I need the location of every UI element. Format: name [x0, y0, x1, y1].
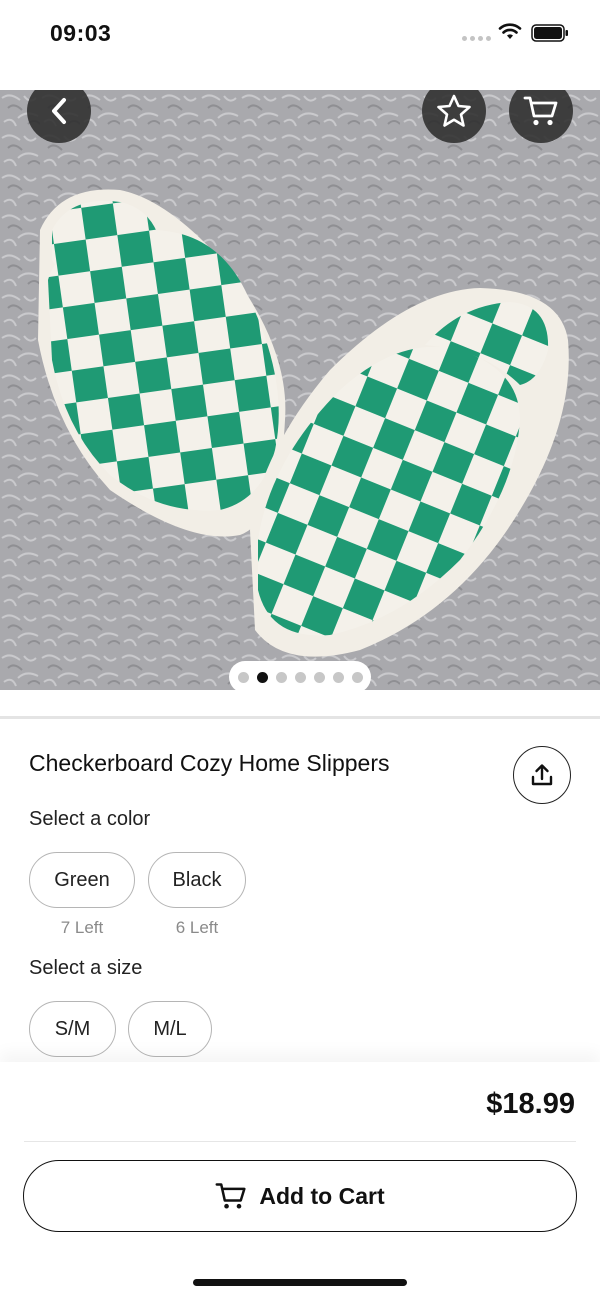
pager-dot[interactable] [275, 671, 287, 683]
product-photo [0, 90, 600, 690]
share-icon [531, 764, 553, 786]
product-price: $18.99 [486, 1088, 575, 1120]
color-option-green[interactable]: Green [29, 852, 135, 908]
status-bar: 09:03 [0, 0, 600, 70]
wifi-icon [498, 23, 522, 39]
size-option-sm[interactable]: S/M [29, 1001, 116, 1057]
image-pager[interactable] [229, 661, 371, 693]
cart-icon [523, 96, 558, 126]
pager-dot[interactable] [313, 671, 325, 683]
pager-dot[interactable] [237, 671, 249, 683]
stock-count-green: 7 Left [60, 918, 104, 937]
size-option-ml[interactable]: M/L [128, 1001, 212, 1057]
star-icon [437, 94, 471, 127]
divider [24, 1141, 576, 1142]
share-button[interactable] [513, 746, 571, 804]
color-section-label: Select a color [29, 808, 151, 830]
divider [0, 716, 600, 719]
pager-dot[interactable] [294, 671, 306, 683]
home-indicator[interactable] [193, 1279, 407, 1286]
size-section-label: Select a size [29, 957, 143, 979]
pager-dot[interactable] [332, 671, 344, 683]
status-time: 09:03 [50, 20, 112, 46]
product-image-carousel[interactable] [0, 90, 600, 690]
pager-dot[interactable] [351, 671, 363, 683]
battery-icon [531, 24, 568, 42]
color-option-black[interactable]: Black [148, 852, 246, 908]
add-to-cart-button[interactable]: Add to Cart [23, 1160, 577, 1232]
add-to-cart-label: Add to Cart [259, 1182, 385, 1209]
stock-count-black: 6 Left [175, 918, 219, 937]
cellular-signal-icon [462, 36, 491, 41]
chevron-left-icon [52, 98, 66, 124]
product-title: Checkerboard Cozy Home Slippers [29, 750, 390, 776]
cart-icon [215, 1183, 246, 1209]
pager-dot-active[interactable] [256, 671, 268, 683]
